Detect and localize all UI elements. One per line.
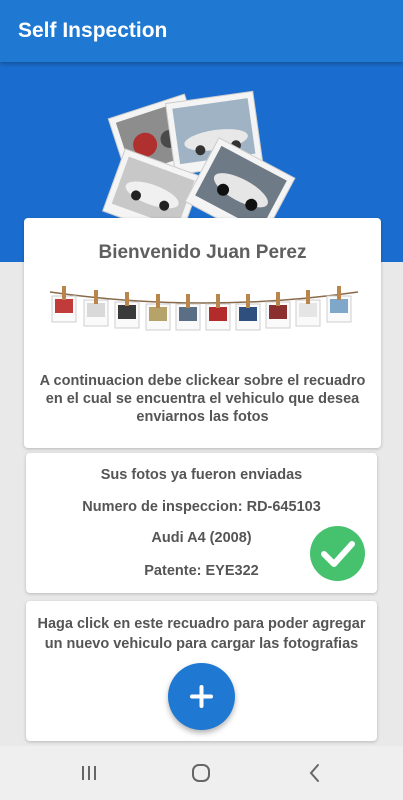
- sent-status-text: Sus fotos ya fueron enviadas: [100, 467, 303, 483]
- welcome-title: Bienvenido Juan Perez: [98, 242, 307, 263]
- app-title: Self Inspection: [18, 19, 168, 42]
- recents-icon[interactable]: [76, 760, 102, 786]
- add-vehicle-text: Haga click en este recuadro para poder a…: [37, 616, 366, 652]
- success-check-icon: [310, 526, 365, 581]
- add-vehicle-button[interactable]: [168, 663, 235, 730]
- back-icon[interactable]: [302, 760, 328, 786]
- sent-vehicle-card[interactable]: Sus fotos ya fueron enviadas Numero de i…: [26, 453, 377, 593]
- system-navigation-bar: [0, 746, 403, 800]
- inspection-number: Numero de inspeccion: RD-645103: [82, 499, 321, 515]
- welcome-card: Bienvenido Juan Perez A continuacion deb…: [24, 218, 381, 448]
- app-bar: Self Inspection: [0, 0, 403, 62]
- add-vehicle-card[interactable]: Haga click en este recuadro para poder a…: [26, 601, 377, 741]
- plus-icon: [190, 685, 213, 708]
- home-icon[interactable]: [188, 760, 214, 786]
- clothesline-photos-illustration: [49, 286, 359, 331]
- welcome-instructions: A continuacion debe clickear sobre el re…: [39, 373, 366, 425]
